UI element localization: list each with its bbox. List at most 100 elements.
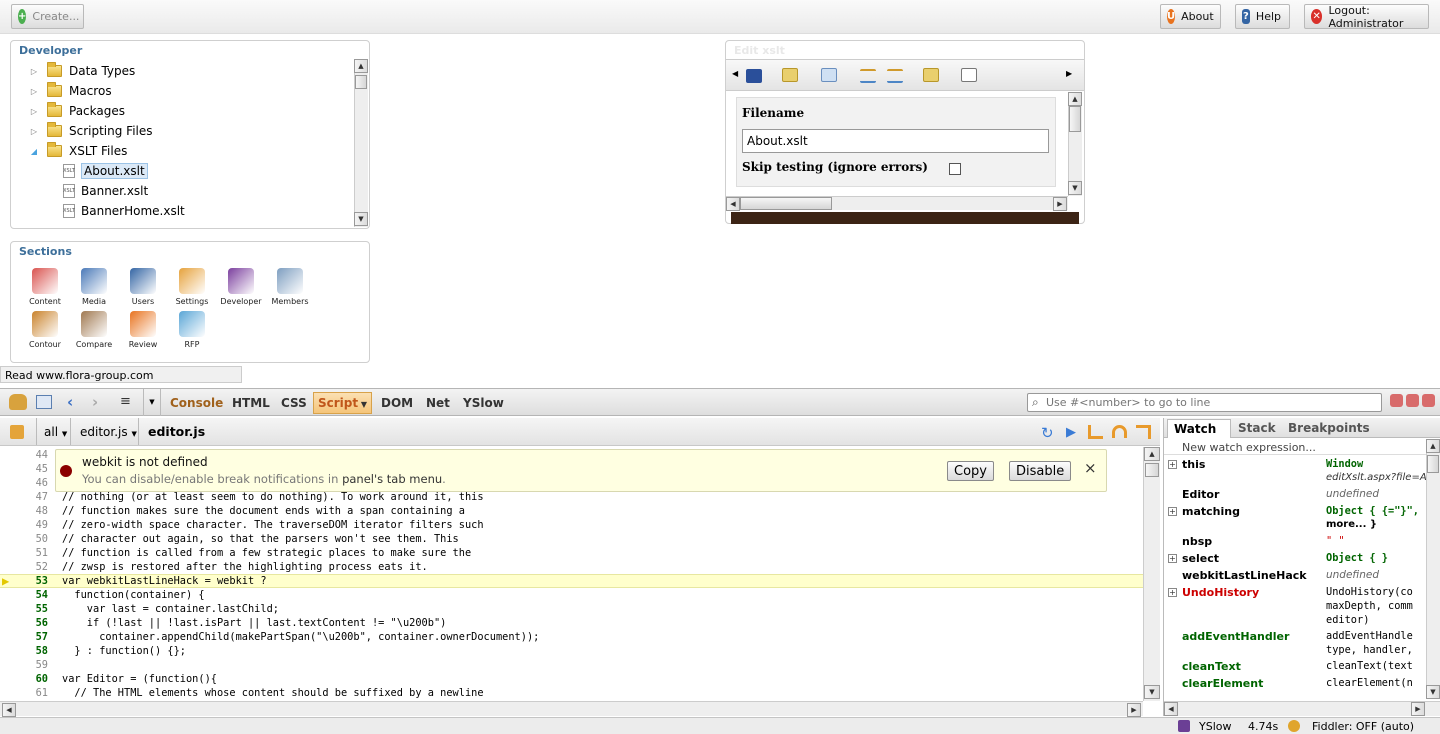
create-button[interactable]: + Create... (11, 4, 84, 29)
section-media[interactable]: Media (71, 268, 117, 306)
code-hscroll[interactable]: ◀ ▶ (0, 701, 1143, 717)
scroll-left-icon[interactable]: ◀ (2, 703, 16, 717)
toolbar-right-arrow-icon[interactable]: ▶ (1066, 69, 1072, 78)
expand-icon[interactable]: + (1168, 588, 1177, 597)
step-out-icon[interactable] (1136, 425, 1151, 439)
break-on-next-icon[interactable] (10, 425, 24, 439)
scroll-up-icon[interactable]: ▲ (1426, 439, 1440, 453)
search-input[interactable] (1046, 395, 1376, 410)
scroll-down-icon[interactable]: ▼ (354, 212, 368, 226)
line-number[interactable]: 59 (0, 658, 48, 672)
tree-item[interactable]: ▷ Data Types (11, 61, 135, 81)
section-content[interactable]: Content (22, 268, 68, 306)
filter-dropdown[interactable]: all ▼ (44, 425, 67, 439)
firebug-search-box[interactable]: ⌕ (1027, 393, 1382, 412)
line-number[interactable]: 56 (0, 616, 48, 630)
expand-arrow-icon[interactable]: ▷ (29, 107, 39, 116)
disable-button[interactable]: Disable (1009, 461, 1072, 481)
code-line[interactable]: 48 // function makes sure the document en… (0, 504, 1143, 518)
fiddler-icon[interactable] (1288, 720, 1300, 732)
line-number[interactable]: 49 (0, 518, 48, 532)
rerun-icon[interactable]: ↻ (1041, 424, 1054, 442)
line-number[interactable]: 47 (0, 490, 48, 504)
step-over-icon[interactable] (1112, 425, 1127, 438)
code-line[interactable]: 58 } : function() {}; (0, 644, 1143, 658)
code-line[interactable]: 50 // character out again, so that the pa… (0, 532, 1143, 546)
line-number[interactable]: 54 (0, 588, 48, 602)
help-button[interactable]: ? Help (1235, 4, 1290, 29)
collapse-arrow-icon[interactable]: ◢ (29, 147, 39, 156)
detach-icon[interactable] (1406, 394, 1419, 407)
scroll-down-icon[interactable]: ▼ (1144, 685, 1160, 699)
section-rfp[interactable]: RFP (169, 311, 215, 349)
tree-item[interactable]: ◢ XSLT Files (11, 141, 127, 161)
line-number[interactable]: 61 (0, 686, 48, 700)
tree-item[interactable]: XSLT BannerHome.xslt (11, 201, 185, 221)
tab-watch[interactable]: Watch ▼ (1167, 419, 1231, 449)
line-number[interactable]: 51 (0, 546, 48, 560)
tab-script[interactable]: Script ▼ (313, 392, 373, 414)
about-button[interactable]: U About (1160, 4, 1221, 29)
tree-item[interactable]: ▷ Macros (11, 81, 112, 101)
tab-net[interactable]: Net (426, 396, 450, 410)
scroll-thumb[interactable] (1145, 463, 1159, 477)
skip-testing-checkbox[interactable] (949, 163, 961, 175)
code-line[interactable]: 53 var webkitLastLineHack = webkit ? (0, 574, 1143, 588)
code-line[interactable]: 61 // The HTML elements whose content sh… (0, 686, 1143, 700)
code-line[interactable]: 49 // zero-width space character. The tra… (0, 518, 1143, 532)
code-line[interactable]: 51 // function is called from a few strat… (0, 546, 1143, 560)
file-dropdown[interactable]: editor.js ▼ (80, 425, 137, 439)
logout-button[interactable]: ✕ Logout: Administrator (1304, 4, 1429, 30)
scroll-thumb[interactable] (1069, 106, 1081, 132)
insert-page-icon[interactable] (923, 68, 939, 82)
code-vscroll[interactable]: ▲ ▼ (1143, 447, 1160, 701)
tab-console[interactable]: Console (170, 396, 223, 410)
line-number[interactable]: 50 (0, 532, 48, 546)
code-line[interactable]: 56 if (!last || !last.isPart || last.tex… (0, 616, 1143, 630)
line-number[interactable]: 45 (0, 462, 48, 476)
tree-item[interactable]: ▷ Scripting Files (11, 121, 153, 141)
new-watch-expression-input[interactable]: New watch expression... (1164, 439, 1426, 455)
filename-input[interactable] (742, 129, 1049, 153)
edit-form-vscroll[interactable]: ▲ ▼ (1068, 92, 1082, 196)
expand-arrow-icon[interactable]: ▷ (29, 67, 39, 76)
code-line[interactable]: 55 var last = container.lastChild; (0, 602, 1143, 616)
watch-vscroll[interactable]: ▲ ▼ (1426, 439, 1440, 699)
tab-breakpoints[interactable]: Breakpoints (1288, 421, 1370, 435)
scroll-thumb[interactable] (355, 75, 367, 89)
forward-icon[interactable]: › (92, 393, 98, 411)
insert-image-icon[interactable] (821, 68, 837, 82)
line-number[interactable]: 48 (0, 504, 48, 518)
code-line[interactable]: 54 function(container) { (0, 588, 1143, 602)
copy-button[interactable]: Copy (947, 461, 994, 481)
developer-tree-scrollbar[interactable]: ▲ ▼ (354, 59, 368, 227)
current-file-label[interactable]: editor.js (148, 424, 205, 439)
insert-value-icon[interactable] (782, 68, 798, 82)
hscroll-thumb[interactable] (740, 197, 832, 210)
scroll-up-icon[interactable]: ▲ (1144, 447, 1160, 461)
section-settings[interactable]: Settings (169, 268, 215, 306)
line-number[interactable]: 60 (0, 672, 48, 686)
firebug-icon[interactable] (9, 394, 27, 410)
scroll-left-icon[interactable]: ◀ (726, 197, 740, 211)
line-number[interactable]: 46 (0, 476, 48, 490)
fiddler-status[interactable]: Fiddler: OFF (auto) (1312, 720, 1414, 733)
expand-icon[interactable]: + (1168, 460, 1177, 469)
step-into-icon[interactable] (1088, 425, 1103, 439)
tab-css[interactable]: CSS (281, 396, 307, 410)
inspect-icon[interactable] (36, 395, 52, 409)
scroll-up-icon[interactable]: ▲ (1068, 92, 1082, 106)
tab-menu-link[interactable]: panel's tab menu (342, 472, 442, 486)
section-contour[interactable]: Contour (22, 311, 68, 349)
tab-dropdown-icon[interactable]: ▼ (358, 400, 367, 409)
section-compare[interactable]: Compare (71, 311, 117, 349)
line-number[interactable]: 55 (0, 602, 48, 616)
tab-dom[interactable]: DOM (381, 396, 413, 410)
watch-hscroll[interactable]: ◀ ▶ (1164, 701, 1440, 716)
save-icon[interactable] (746, 69, 762, 83)
line-number[interactable]: 44 (0, 448, 48, 462)
code-line[interactable]: 52 // zwsp is restored after the highligh… (0, 560, 1143, 574)
code-line[interactable]: 60 var Editor = (function(){ (0, 672, 1143, 686)
scroll-down-icon[interactable]: ▼ (1426, 685, 1440, 699)
scroll-down-icon[interactable]: ▼ (1068, 181, 1082, 195)
